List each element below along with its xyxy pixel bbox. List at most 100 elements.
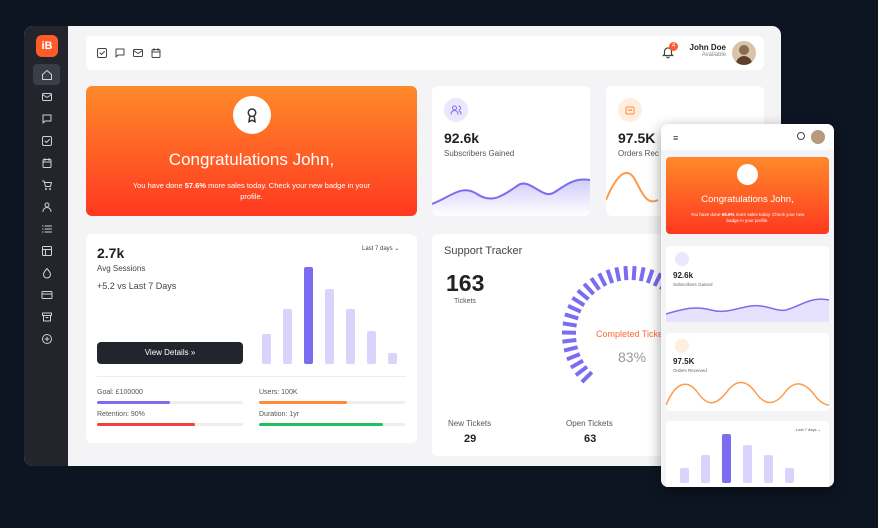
avatar[interactable] (811, 130, 825, 144)
sidebar-calendar-item[interactable] (33, 152, 60, 173)
bar (680, 468, 689, 483)
open-tickets-label: Open Tickets (566, 419, 613, 428)
gauge-tick (645, 269, 655, 284)
gauge-tick (631, 266, 637, 281)
award-icon (737, 164, 758, 185)
bar (304, 267, 313, 364)
gauge-tick (605, 269, 615, 284)
subscribers-value: 92.6k (444, 130, 480, 146)
chat-icon (42, 114, 51, 123)
new-tickets-label: New Tickets (448, 419, 492, 428)
chevron-down-icon: ⌄ (394, 246, 400, 252)
support-title: Support Tracker (444, 245, 523, 257)
congrats-text: You have done 57.6% more sales today. Ch… (132, 181, 371, 201)
bar (764, 455, 773, 483)
sessions-card: 2.7k Avg Sessions +5.2 vs Last 7 Days La… (86, 234, 417, 443)
sidebar-drop-item[interactable] (33, 262, 60, 283)
chat-icon[interactable] (114, 46, 128, 60)
mobile-subs-value: 92.6k (673, 271, 694, 280)
mobile-orders-card: 97.5K Orders Received (666, 333, 829, 411)
sidebar-user-item[interactable] (33, 196, 60, 217)
user-status: Available (701, 52, 726, 58)
mobile-sessions-card: Last 7 days ⌄ (666, 421, 829, 487)
calendar-icon (42, 157, 51, 168)
sidebar-mail-item[interactable] (33, 86, 60, 107)
sessions-delta: +5.2 vs Last 7 Days (97, 281, 177, 291)
bar (701, 455, 710, 483)
gauge-tick (569, 358, 585, 370)
sidebar-chat-item[interactable] (33, 108, 60, 129)
archive-icon (41, 312, 52, 321)
gauge-tick (589, 276, 601, 291)
mail-icon[interactable] (132, 46, 146, 60)
cart-icon (41, 180, 52, 190)
mobile-range-dropdown[interactable]: Last 7 days ⌄ (796, 427, 821, 432)
credit-card-icon (41, 290, 52, 299)
range-dropdown[interactable]: Last 7 days ⌄ (362, 245, 399, 252)
bar (283, 309, 292, 364)
retention-bar (97, 423, 243, 426)
users-icon (675, 252, 689, 266)
bell-icon[interactable]: 4 (661, 42, 678, 61)
bar (262, 334, 271, 364)
bell-icon[interactable] (797, 132, 805, 140)
gauge-tick (623, 266, 629, 281)
sidebar-home-item[interactable] (33, 64, 60, 85)
divider (97, 376, 406, 377)
sidebar-plus-circle-item[interactable] (33, 328, 60, 349)
gauge-tick (562, 321, 577, 328)
goal-bar (97, 401, 243, 404)
bar (722, 434, 731, 483)
sidebar-layout-item[interactable] (33, 240, 60, 261)
gauge-tick (564, 312, 579, 321)
avatar[interactable] (732, 41, 756, 65)
checkbox-icon[interactable] (96, 46, 110, 60)
gauge-tick (571, 296, 586, 307)
bar (743, 445, 752, 483)
users-icon (444, 98, 468, 122)
gauge-tick (652, 272, 663, 287)
mobile-orders-sparkline (666, 381, 829, 406)
bar (785, 468, 794, 483)
bar (325, 289, 334, 364)
gauge-tick (580, 370, 594, 384)
app-logo[interactable]: iB (36, 35, 58, 57)
congrats-title: Congratulations John, (168, 150, 335, 169)
user-icon (42, 202, 51, 212)
bar (346, 309, 355, 364)
mobile-congrats-text: You have done 68.6% more sales today. Ch… (690, 212, 805, 223)
sessions-label: Avg Sessions (97, 264, 146, 273)
gauge-tick (582, 282, 596, 296)
retention-label: Retention: 90% (97, 411, 145, 418)
users-bar (259, 401, 405, 404)
mobile-congrats-card: Congratulations John, You have done 68.6… (666, 157, 829, 234)
sessions-value: 2.7k (97, 245, 125, 261)
tickets-label: Tickets (454, 298, 476, 305)
new-tickets-value: 29 (464, 433, 477, 445)
completed-value: 83% (618, 349, 647, 365)
view-details-button[interactable]: View Details » (97, 342, 243, 364)
mobile-subs-sparkline (666, 298, 829, 322)
sidebar-archive-item[interactable] (33, 306, 60, 327)
sidebar-list-item[interactable] (33, 218, 60, 239)
gauge-tick (567, 304, 582, 314)
home-icon (41, 69, 52, 80)
mobile-preview: ≡ Congratulations John, You have done 68… (661, 124, 834, 487)
award-icon (233, 96, 271, 134)
calendar-icon[interactable] (150, 46, 164, 60)
menu-icon[interactable]: ≡ (673, 133, 678, 143)
mobile-bar-chart (680, 433, 800, 483)
sidebar-checkbox-item[interactable] (33, 130, 60, 151)
open-tickets-value: 63 (584, 433, 597, 445)
sidebar-cart-item[interactable] (33, 174, 60, 195)
gauge-tick (563, 345, 579, 353)
duration-bar (259, 423, 405, 426)
users-label: Users: 100K (259, 389, 298, 396)
bar (388, 353, 397, 364)
sidebar-credit-card-item[interactable] (33, 284, 60, 305)
user-name: John Doe (689, 43, 726, 52)
notification-badge: 4 (669, 42, 678, 51)
gauge-tick (574, 365, 589, 377)
gauge-tick (614, 266, 622, 282)
bar (367, 331, 376, 364)
